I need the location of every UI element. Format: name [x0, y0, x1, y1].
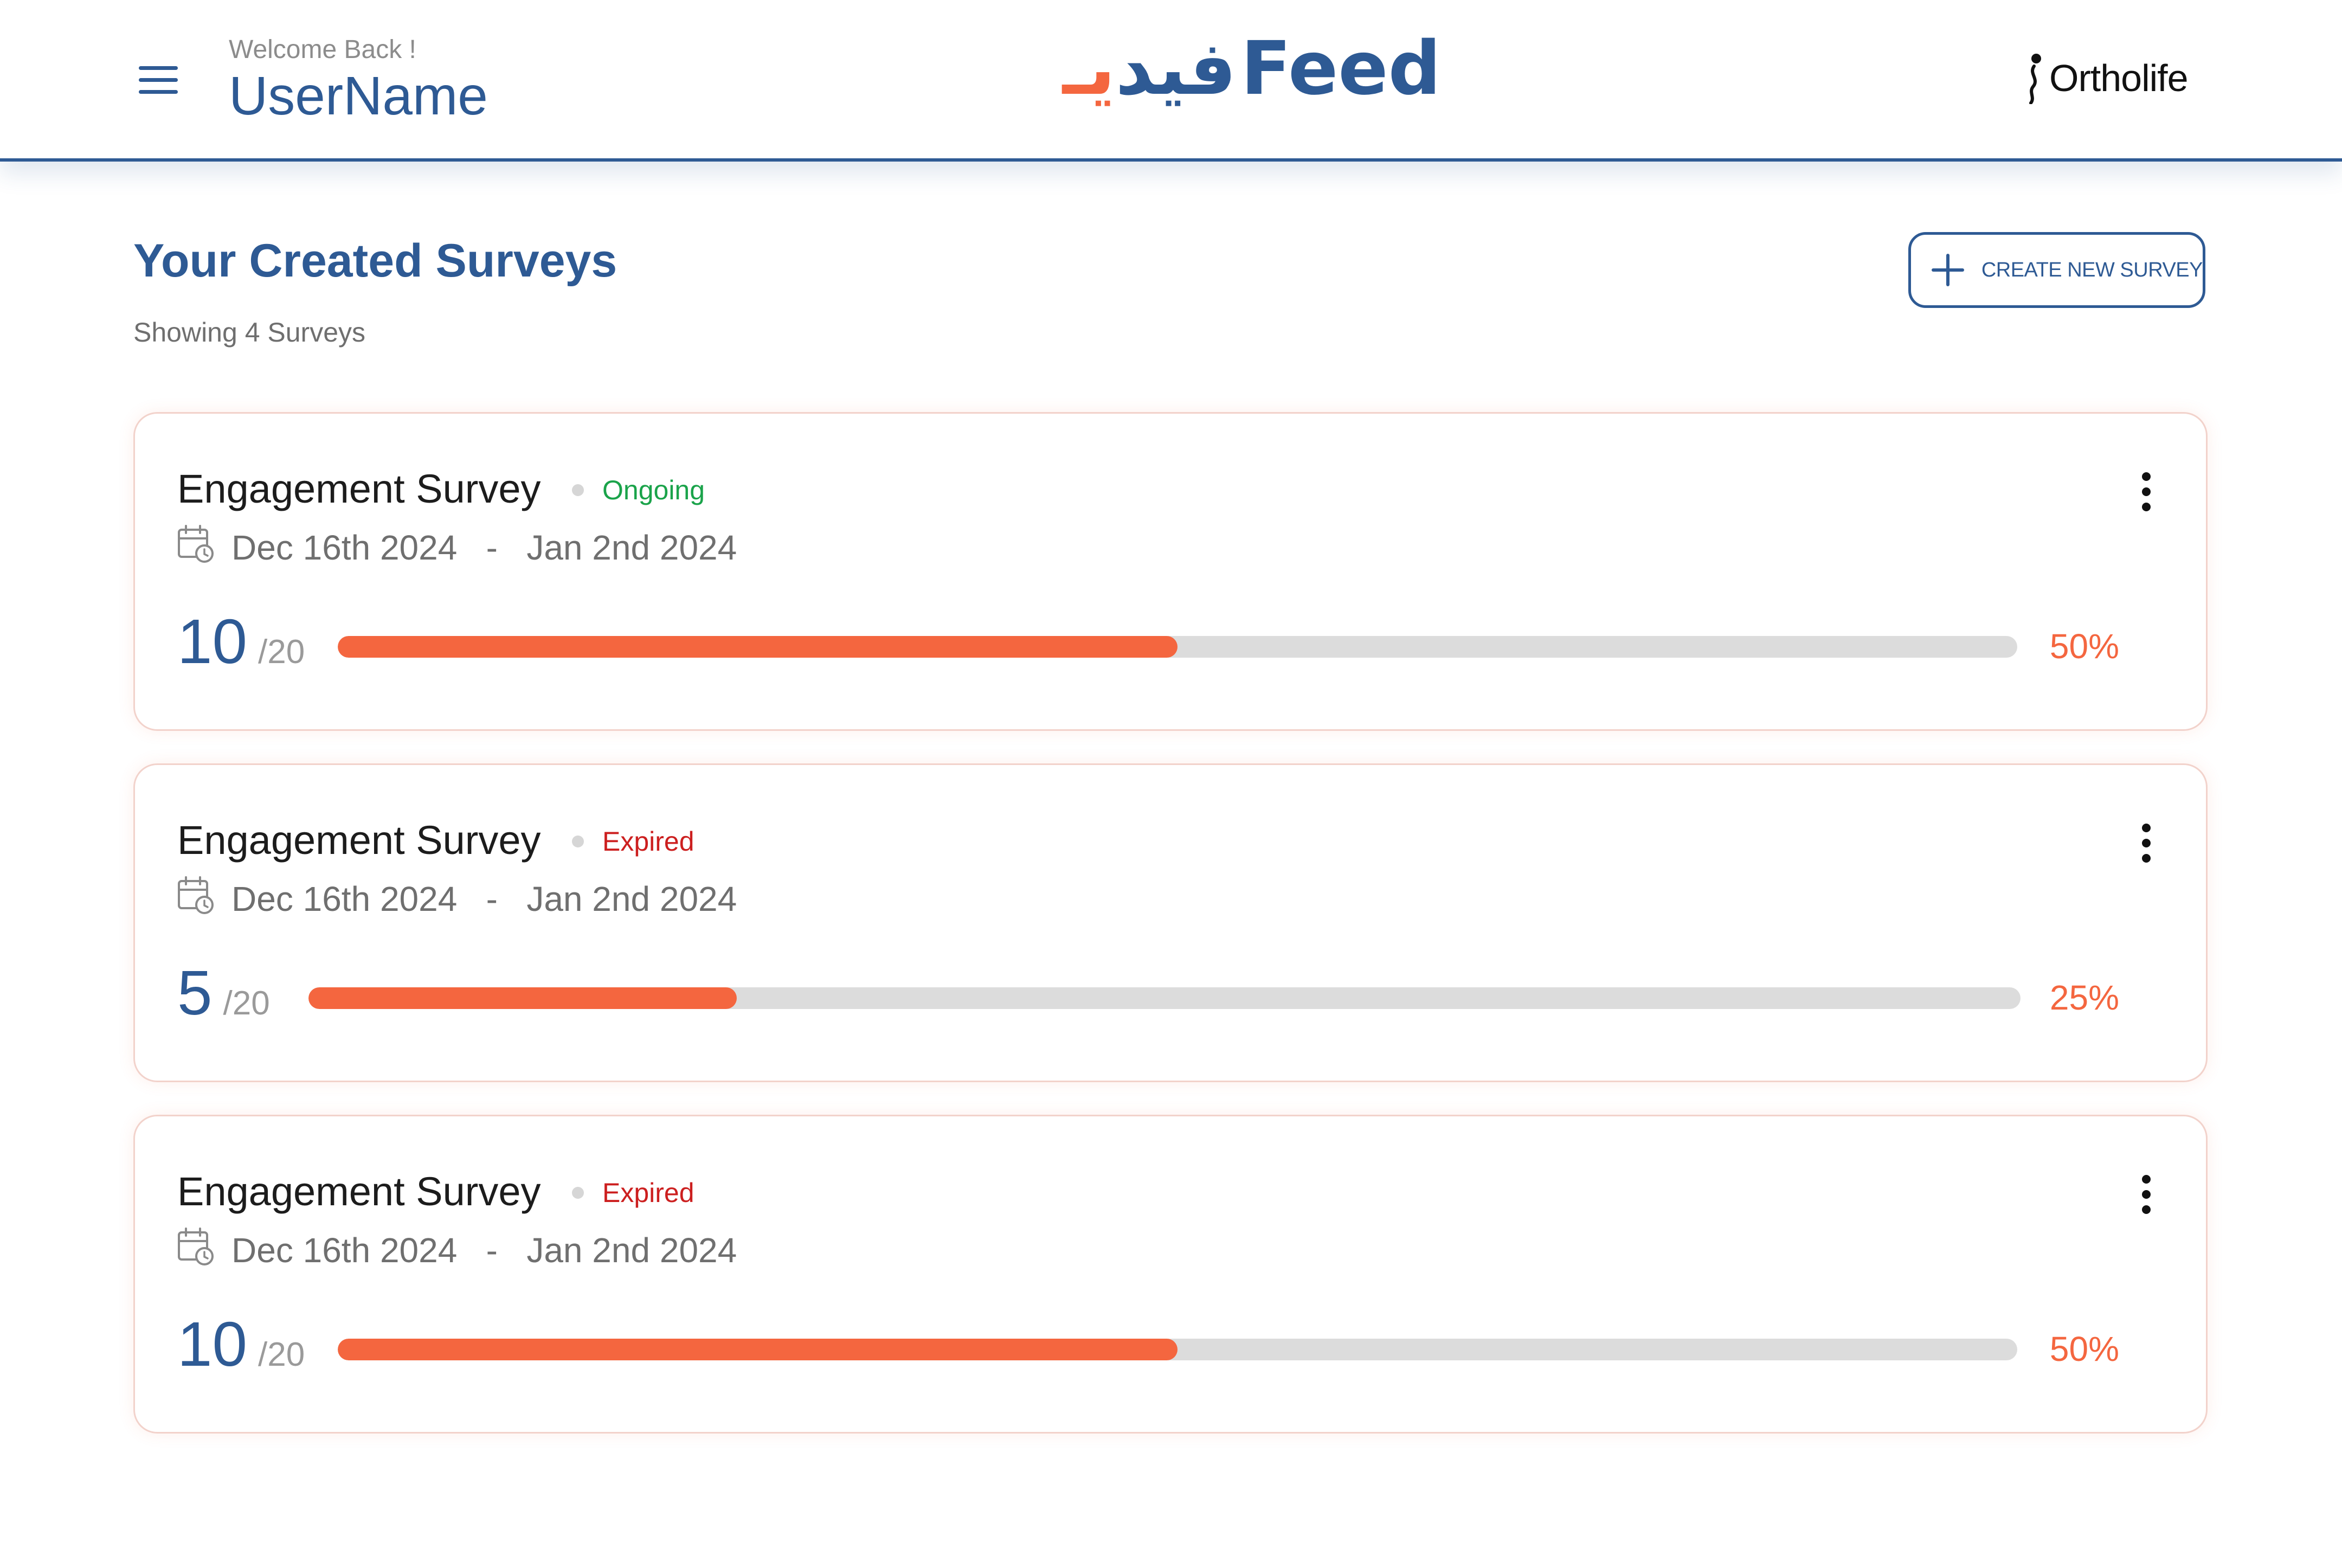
end-date: Jan 2nd 2024 [526, 879, 737, 918]
plus-icon [1932, 254, 1964, 286]
survey-title: Engagement Survey [177, 466, 541, 511]
response-count: 5/20 [177, 961, 270, 1024]
survey-title: Engagement Survey [177, 1169, 541, 1214]
survey-date-range: Dec 16th 2024 - Jan 2nd 2024 [231, 879, 737, 919]
response-total: /20 [258, 633, 305, 671]
survey-title: Engagement Survey [177, 818, 541, 863]
response-count-value: 10 [177, 1309, 248, 1379]
calendar-clock-icon [178, 876, 214, 914]
menu-icon[interactable] [137, 64, 180, 97]
create-new-survey-button[interactable]: CREATE NEW SURVEY [1908, 232, 2205, 308]
username: UserName [229, 66, 488, 126]
progress-percent: 50% [2049, 627, 2119, 666]
progress-bar [308, 987, 2021, 1009]
survey-card[interactable]: Engagement Survey Expired Dec 16th 2024 … [133, 1115, 2208, 1434]
app-logo-latin: Feed [1240, 26, 1441, 112]
app-logo-arabic: فيديـ [1063, 26, 1237, 112]
status-badge: Ongoing [602, 475, 705, 505]
response-total: /20 [258, 1336, 305, 1373]
start-date: Dec 16th 2024 [231, 1231, 458, 1270]
survey-count: Showing 4 Surveys [133, 317, 366, 348]
status-badge: Expired [602, 1178, 694, 1208]
more-options-icon[interactable] [2135, 1173, 2157, 1216]
progress-fill [338, 1339, 1178, 1360]
survey-date-range: Dec 16th 2024 - Jan 2nd 2024 [231, 528, 737, 568]
end-date: Jan 2nd 2024 [526, 1231, 737, 1270]
welcome-text: Welcome Back ! [229, 35, 416, 64]
progress-fill [308, 987, 737, 1009]
app-logo[interactable]: فيديـ Feed [1063, 28, 1441, 110]
survey-card[interactable]: Engagement Survey Expired Dec 16th 2024 … [133, 763, 2208, 1082]
end-date: Jan 2nd 2024 [526, 528, 737, 567]
progress-percent: 50% [2049, 1329, 2119, 1368]
status-dot [572, 1187, 584, 1199]
more-options-icon[interactable] [2135, 821, 2157, 865]
progress-bar [338, 1339, 2017, 1360]
status-dot [572, 836, 584, 847]
progress-fill [338, 636, 1178, 658]
survey-list: Engagement Survey Ongoing Dec 16th 2024 … [133, 412, 2208, 1466]
start-date: Dec 16th 2024 [231, 528, 458, 567]
app-header: Welcome Back ! UserName فيديـ Feed Ortho… [0, 0, 2342, 162]
progress-bar [338, 636, 2017, 658]
survey-date-range: Dec 16th 2024 - Jan 2nd 2024 [231, 1230, 737, 1270]
start-date: Dec 16th 2024 [231, 879, 458, 918]
date-separator: - [486, 879, 498, 918]
response-count-value: 10 [177, 606, 248, 677]
ortholife-mark-icon [2029, 54, 2041, 104]
date-separator: - [486, 528, 498, 567]
response-count-value: 5 [177, 957, 213, 1028]
status-badge: Expired [602, 826, 694, 857]
calendar-clock-icon [178, 1228, 214, 1265]
response-count: 10/20 [177, 1313, 305, 1376]
progress-percent: 25% [2049, 978, 2119, 1017]
create-new-survey-label: CREATE NEW SURVEY [1981, 258, 2203, 281]
page-title: Your Created Surveys [133, 235, 617, 287]
client-logo: Ortholife [2023, 51, 2189, 105]
client-name: Ortholife [2049, 57, 2189, 99]
response-count: 10/20 [177, 610, 305, 673]
more-options-icon[interactable] [2135, 470, 2157, 513]
calendar-clock-icon [178, 525, 214, 563]
status-dot [572, 484, 584, 496]
survey-card[interactable]: Engagement Survey Ongoing Dec 16th 2024 … [133, 412, 2208, 731]
date-separator: - [486, 1231, 498, 1270]
response-total: /20 [223, 985, 270, 1022]
